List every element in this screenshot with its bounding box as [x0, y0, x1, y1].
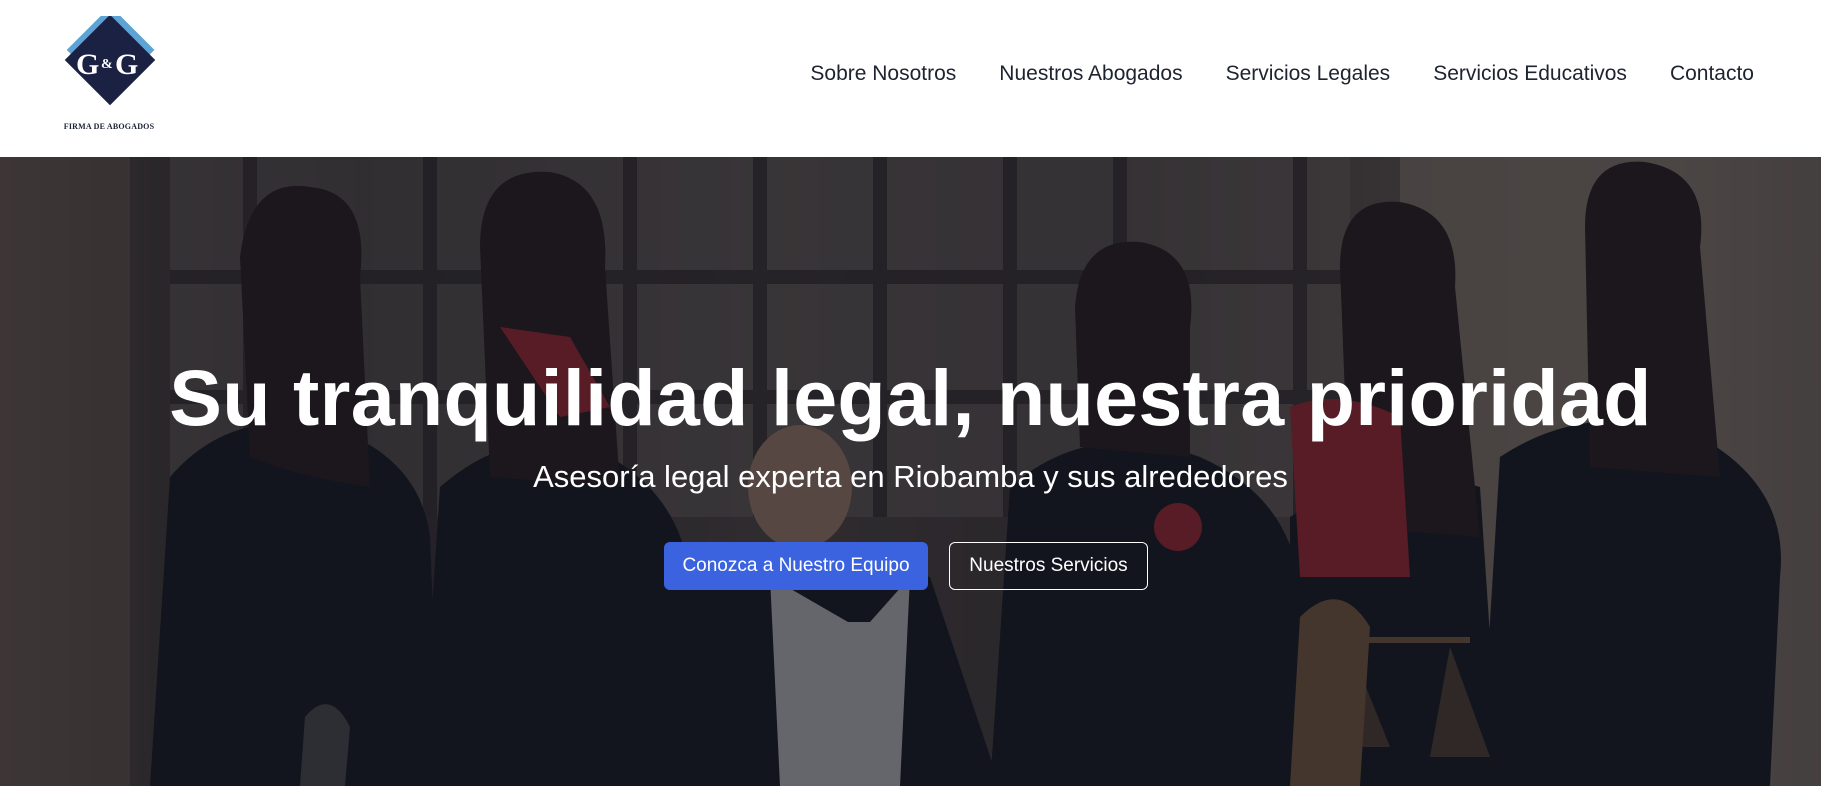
svg-text:&: &: [101, 57, 113, 72]
nav-servicios-legales[interactable]: Servicios Legales: [1226, 62, 1391, 86]
svg-text:G: G: [76, 48, 99, 81]
logo-caption: FIRMA DE ABOGADOS: [63, 122, 155, 131]
our-services-button[interactable]: Nuestros Servicios: [949, 542, 1148, 590]
nav-servicios-educativos[interactable]: Servicios Educativos: [1433, 62, 1627, 86]
logo-diamond-icon: G & G: [64, 16, 156, 106]
nav-sobre-nosotros[interactable]: Sobre Nosotros: [810, 62, 956, 86]
firm-logo[interactable]: G & G FIRMA DE ABOGADOS: [54, 16, 172, 136]
svg-text:G: G: [115, 48, 138, 81]
meet-team-button[interactable]: Conozca a Nuestro Equipo: [664, 542, 928, 590]
main-nav: Sobre Nosotros Nuestros Abogados Servici…: [810, 62, 1754, 86]
hero-section: Su tranquilidad legal, nuestra prioridad…: [0, 157, 1821, 786]
nav-contacto[interactable]: Contacto: [1670, 62, 1754, 86]
hero-title: Su tranquilidad legal, nuestra prioridad: [169, 353, 1652, 442]
nav-nuestros-abogados[interactable]: Nuestros Abogados: [999, 62, 1182, 86]
site-header: G & G FIRMA DE ABOGADOS Sobre Nosotros N…: [0, 0, 1821, 157]
hero-subtitle: Asesoría legal experta en Riobamba y sus…: [533, 459, 1288, 494]
